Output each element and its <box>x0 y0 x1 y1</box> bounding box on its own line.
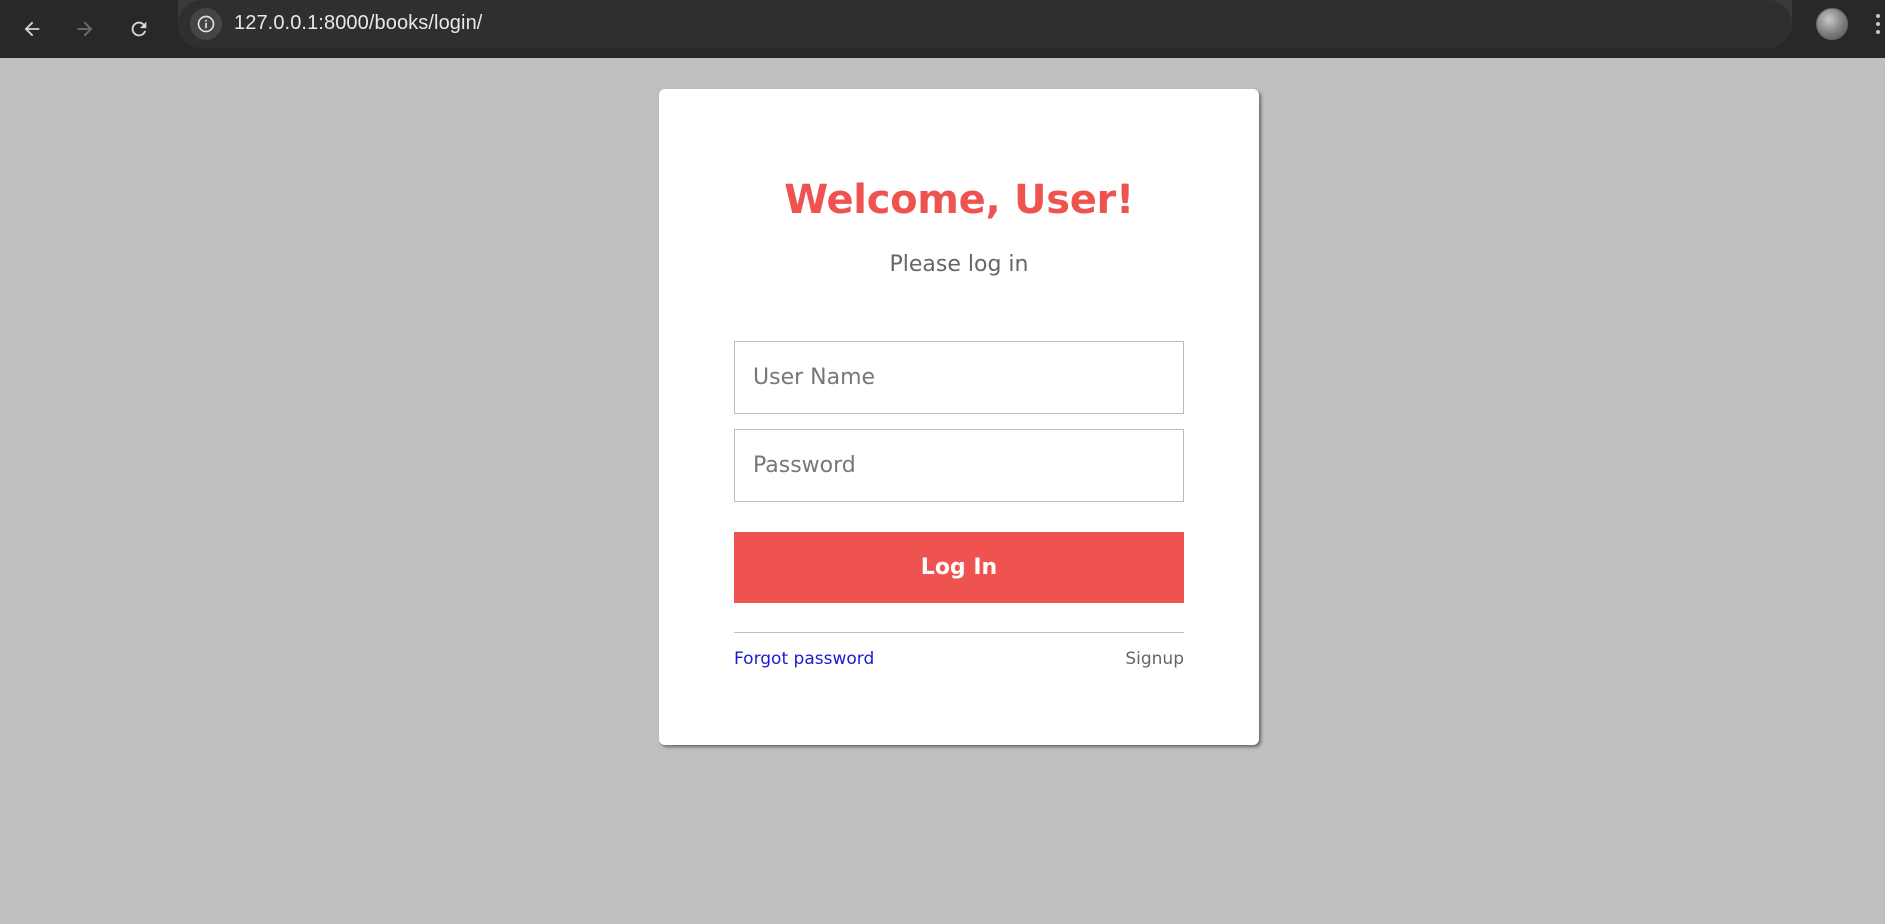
username-field[interactable] <box>734 341 1184 414</box>
divider <box>734 632 1184 633</box>
address-bar[interactable]: 127.0.0.1:8000/books/login/ <box>178 0 1792 48</box>
reload-icon <box>131 21 147 37</box>
page-title: Welcome, User! <box>784 177 1134 223</box>
info-icon <box>197 15 215 33</box>
forgot-password-link[interactable]: Forgot password <box>734 649 874 669</box>
arrow-right-icon <box>77 21 93 37</box>
arrow-left-icon <box>24 21 40 37</box>
back-button[interactable] <box>12 9 52 49</box>
login-subtitle: Please log in <box>889 252 1029 277</box>
login-card: Welcome, User! Please log in Log In Forg… <box>659 89 1259 745</box>
forward-button[interactable] <box>65 9 105 49</box>
kebab-menu-icon[interactable] <box>1868 12 1885 40</box>
signup-link[interactable]: Signup <box>1125 649 1184 669</box>
login-button[interactable]: Log In <box>734 532 1184 603</box>
browser-toolbar: 127.0.0.1:8000/books/login/ <box>0 0 1885 58</box>
url-text[interactable]: 127.0.0.1:8000/books/login/ <box>234 12 482 35</box>
reload-button[interactable] <box>119 9 159 49</box>
avatar[interactable] <box>1816 8 1848 40</box>
password-field[interactable] <box>734 429 1184 502</box>
site-info-button[interactable] <box>190 8 222 40</box>
